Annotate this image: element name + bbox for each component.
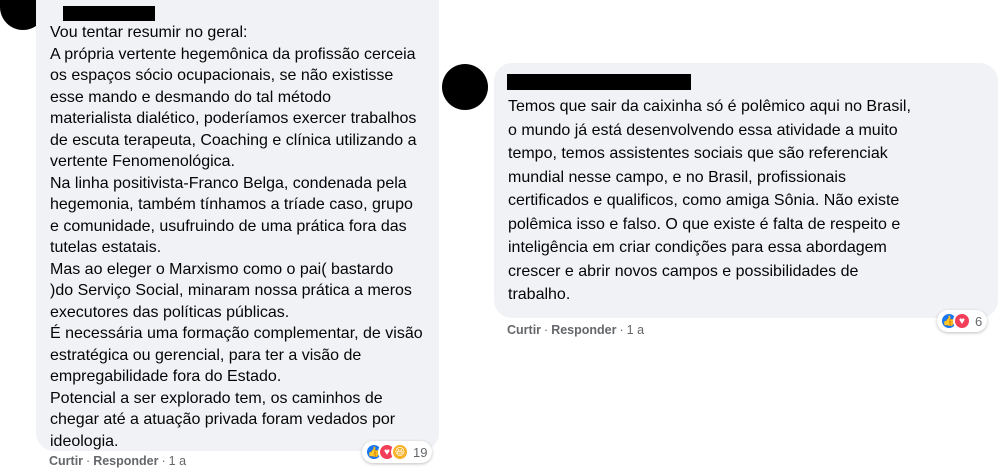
comment-2-reply-button[interactable]: Responder — [551, 323, 616, 337]
comment-1-reaction-count: 19 — [413, 444, 428, 460]
separator: · — [86, 454, 91, 468]
comment-2-timestamp[interactable]: 1 a — [627, 323, 644, 337]
comment-2-reactions[interactable]: 👍 ♥ 6 — [937, 310, 988, 332]
comment-1-author-name-redacted[interactable] — [63, 6, 155, 21]
separator: · — [619, 323, 624, 337]
comment-2-bubble: Temos que sair da caixinha só é polêmico… — [494, 63, 998, 318]
separator: · — [161, 454, 166, 468]
comment-1-timestamp[interactable]: 1 a — [169, 454, 186, 468]
comment-2-text: Temos que sair da caixinha só é polêmico… — [508, 98, 911, 303]
comment-1-like-button[interactable]: Curtir — [49, 454, 83, 468]
comment-2-reaction-count: 6 — [975, 313, 983, 329]
comment-2-like-button[interactable]: Curtir — [507, 323, 541, 337]
comment-1-text: Vou tentar resumir no geral: A própria v… — [50, 24, 423, 450]
comment-1-reply-button[interactable]: Responder — [93, 454, 158, 468]
love-reaction-icon: ♥ — [953, 312, 971, 330]
comment-1-reactions[interactable]: 👍 ♥ 😆 19 — [362, 441, 433, 463]
comment-2-author-name-redacted[interactable] — [507, 74, 691, 90]
haha-reaction-icon: 😆 — [391, 443, 409, 461]
comment-2-actions: Curtir · Responder · 1 a — [507, 323, 644, 337]
comment-2-avatar[interactable] — [442, 64, 488, 110]
comment-1-actions: Curtir · Responder · 1 a — [49, 454, 186, 468]
comment-1-bubble: Vou tentar resumir no geral: A própria v… — [36, 0, 439, 451]
separator: · — [544, 323, 549, 337]
